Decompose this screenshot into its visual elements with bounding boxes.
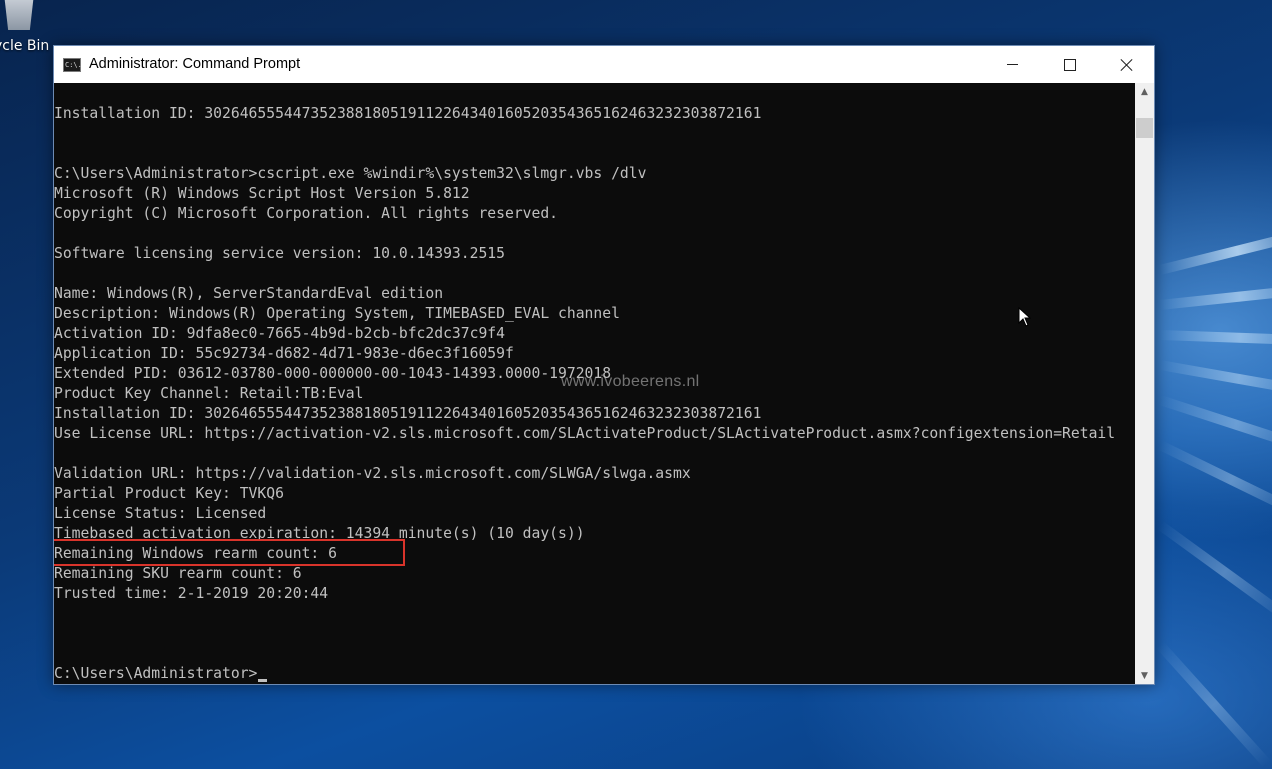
- scroll-up-button[interactable]: ▲: [1135, 83, 1154, 100]
- command-prompt-icon: C:\.: [63, 58, 82, 72]
- console-text: Installation ID: 30264655544735238818051…: [54, 104, 1115, 684]
- command-prompt-window[interactable]: C:\. Administrator: Command Prompt Insta…: [53, 45, 1155, 685]
- console-prompt: C:\Users\Administrator>: [54, 665, 258, 682]
- console-line: Application ID: 55c92734-d682-4d71-983e-…: [54, 345, 514, 362]
- console-line: Microsoft (R) Windows Script Host Versio…: [54, 185, 470, 202]
- recycle-bin-icon: [4, 0, 34, 30]
- console-line: Validation URL: https://validation-v2.sl…: [54, 465, 691, 482]
- console-line: Timebased activation expiration: 14394 m…: [54, 525, 585, 542]
- light-beam: [1158, 395, 1272, 455]
- light-beam: [1156, 641, 1271, 768]
- chevron-up-icon: ▲: [1141, 86, 1148, 97]
- scroll-down-button[interactable]: ▼: [1135, 667, 1154, 684]
- console-line: Description: Windows(R) Operating System…: [54, 305, 620, 322]
- title-bar[interactable]: C:\. Administrator: Command Prompt: [54, 46, 1154, 83]
- light-beam: [1159, 283, 1272, 310]
- maximize-button[interactable]: [1041, 46, 1098, 83]
- minimize-button[interactable]: [984, 46, 1041, 83]
- console-line: C:\Users\Administrator>cscript.exe %wind…: [54, 165, 647, 182]
- chevron-down-icon: ▼: [1141, 670, 1148, 681]
- console-line: Installation ID: 30264655544735238818051…: [54, 105, 762, 122]
- console-line: Partial Product Key: TVKQ6: [54, 485, 284, 502]
- console-line: Installation ID: 30264655544735238818051…: [54, 405, 762, 422]
- vertical-scrollbar[interactable]: ▲ ▼: [1135, 83, 1154, 684]
- mouse-pointer-icon: [1018, 307, 1032, 327]
- scroll-thumb[interactable]: [1136, 118, 1153, 138]
- console-line: Remaining Windows rearm count: 6: [54, 545, 337, 562]
- console-line: Trusted time: 2-1-2019 20:20:44: [54, 585, 329, 602]
- minimize-icon: [1007, 64, 1018, 65]
- watermark: www.ivobeerens.nl: [561, 373, 700, 390]
- console-line: Software licensing service version: 10.0…: [54, 245, 505, 262]
- console-line: Use License URL: https://activation-v2.s…: [54, 425, 1116, 442]
- window-title: Administrator: Command Prompt: [89, 56, 301, 72]
- console-prompt-line[interactable]: C:\Users\Administrator>: [54, 664, 1115, 684]
- maximize-icon: [1063, 58, 1076, 71]
- console-line: Remaining SKU rearm count: 6: [54, 565, 302, 582]
- console-line: License Status: Licensed: [54, 505, 267, 522]
- console-line: Name: Windows(R), ServerStandardEval edi…: [54, 285, 444, 302]
- close-icon: [1120, 58, 1134, 72]
- light-beam: [1158, 226, 1272, 275]
- light-beam: [1159, 360, 1272, 398]
- console-line: Activation ID: 9dfa8ec0-7665-4b9d-b2cb-b…: [54, 325, 505, 342]
- close-button[interactable]: [1098, 46, 1155, 83]
- console-output[interactable]: Installation ID: 30264655544735238818051…: [54, 83, 1135, 684]
- text-cursor: [258, 679, 268, 682]
- light-beam: [1157, 520, 1272, 624]
- console-line: Copyright (C) Microsoft Corporation. All…: [54, 205, 559, 222]
- light-beam: [1159, 330, 1272, 346]
- recycle-bin[interactable]: ycle Bin: [0, 0, 60, 60]
- light-beam: [1157, 440, 1272, 520]
- recycle-bin-label: ycle Bin: [0, 38, 50, 54]
